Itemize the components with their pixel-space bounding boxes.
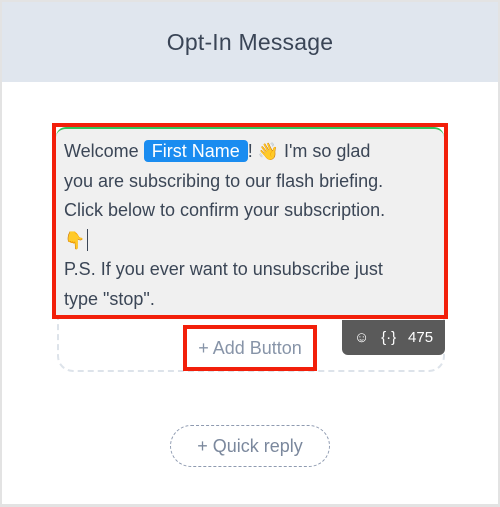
variables-icon[interactable]: {·} [381, 329, 396, 346]
panel-title: Opt-In Message [166, 28, 334, 55]
emoji-picker-icon[interactable]: ☺ [354, 329, 369, 346]
panel-header: Opt-In Message [2, 2, 498, 82]
add-button-highlight-box [183, 325, 317, 371]
message-toolbar: ☺ {·} 475 [342, 320, 445, 355]
character-count: 475 [408, 329, 434, 346]
quick-reply-button[interactable]: + Quick reply [170, 425, 330, 467]
message-highlight-box [52, 123, 448, 319]
